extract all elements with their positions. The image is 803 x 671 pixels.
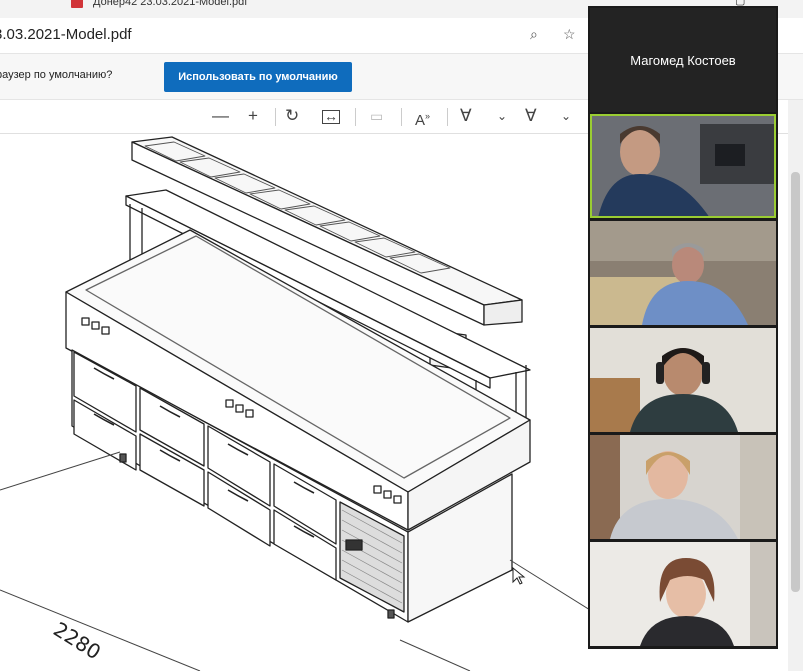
active-speaker-tile[interactable]: Магомед Костоев (590, 8, 776, 112)
participant-video-2[interactable] (590, 221, 776, 325)
address-url[interactable]: 3.03.2021-Model.pdf (0, 26, 132, 43)
toolbar-divider (275, 108, 276, 126)
participant-video-5[interactable] (590, 542, 776, 646)
toolbar-divider (355, 108, 356, 126)
favorite-star-icon[interactable]: ☆ (563, 26, 576, 43)
rotate-icon[interactable]: ↻ (285, 106, 299, 126)
scrollbar-thumb[interactable] (791, 172, 800, 592)
pdf-file-icon (71, 0, 83, 8)
participant-avatar (590, 435, 776, 539)
toolbar-divider (401, 108, 402, 126)
draw-dropdown-icon[interactable]: ⌄ (497, 106, 507, 126)
participant-avatar (590, 328, 776, 432)
page-view-icon[interactable]: ▭ (370, 106, 383, 126)
zoom-out-icon[interactable]: — (212, 106, 229, 126)
participant-video-1[interactable] (590, 114, 776, 218)
zoom-icon[interactable]: ⌕ (530, 26, 538, 43)
speaker-name: Магомед Костоев (630, 52, 736, 68)
highlight-dropdown-icon[interactable]: ⌄ (561, 106, 571, 126)
participant-avatar (590, 114, 776, 218)
toolbar-divider (447, 108, 448, 126)
document-scrollbar[interactable] (788, 100, 803, 671)
draw-icon[interactable]: ∀ (460, 106, 472, 126)
zoom-in-icon[interactable]: + (248, 106, 258, 126)
read-aloud-icon[interactable]: A» (415, 106, 430, 131)
participant-avatar (590, 221, 776, 325)
window-title: Донер42 23.03.2021-Model.pdf (93, 0, 248, 8)
pdf-document-area[interactable]: 2280 (0, 134, 590, 671)
fit-width-icon[interactable]: ↔ (322, 109, 340, 124)
set-default-button[interactable]: Использовать по умолчанию (164, 62, 352, 92)
highlight-icon[interactable]: ∀ (525, 106, 537, 126)
equipment-drawing (0, 136, 590, 671)
participant-video-4[interactable] (590, 435, 776, 539)
infobar-message: раузер по умолчанию? (0, 69, 113, 81)
participant-video-3[interactable] (590, 328, 776, 432)
participant-avatar (590, 542, 776, 646)
video-call-panel: Магомед Костоев (588, 6, 778, 649)
